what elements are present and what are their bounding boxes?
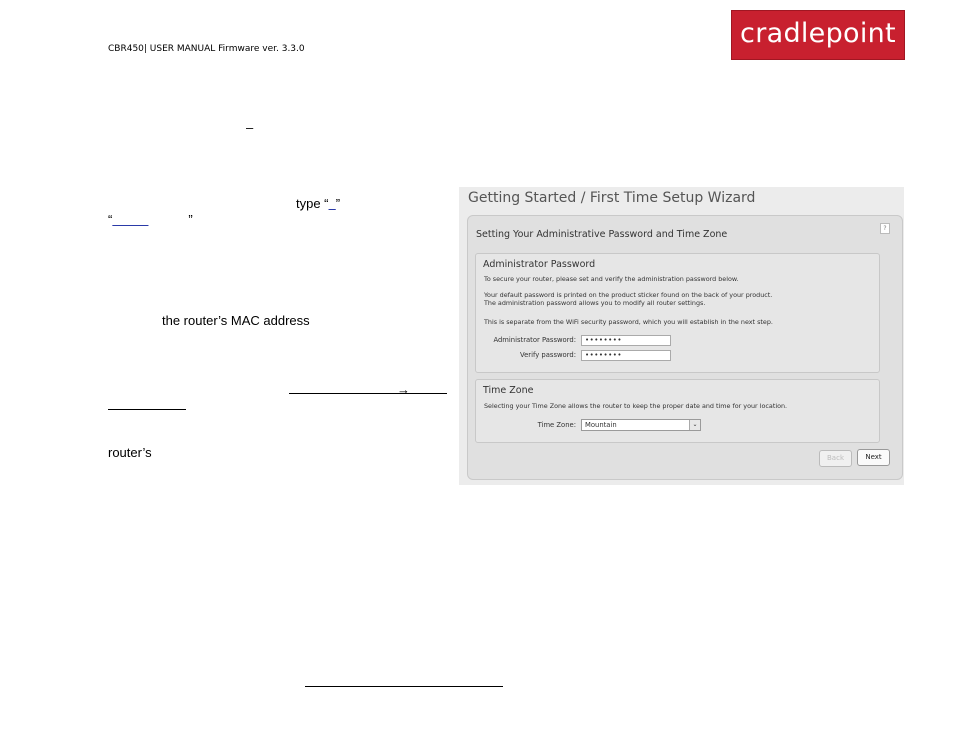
link-underline[interactable] — [289, 393, 447, 394]
verify-password-label: Verify password: — [519, 351, 576, 359]
link-underline-2[interactable] — [108, 409, 186, 410]
next-button[interactable]: Next — [857, 449, 890, 466]
time-zone-title: Time Zone — [483, 385, 534, 396]
quote-close: ” — [188, 212, 193, 227]
bottom-link-underline[interactable] — [305, 686, 503, 687]
type-link[interactable] — [329, 196, 336, 211]
admin-line-4: This is separate from the WiFi security … — [484, 318, 773, 326]
type-fragment: type “ ” — [296, 196, 340, 211]
wizard-panel: ? Setting Your Administrative Password a… — [467, 215, 903, 480]
panel-title: Setting Your Administrative Password and… — [476, 229, 728, 240]
type-suffix: ” — [335, 196, 341, 211]
chevron-down-icon[interactable]: ⌄ — [689, 420, 700, 430]
quote-link[interactable] — [112, 212, 188, 227]
manual-title: CBR450| USER MANUAL Firmware ver. 3.3.0 — [108, 44, 305, 54]
time-zone-label: Time Zone: — [537, 421, 576, 429]
time-zone-select[interactable]: Mountain ⌄ — [581, 419, 701, 431]
admin-line-1: To secure your router, please set and ve… — [484, 275, 739, 283]
back-button[interactable]: Back — [819, 450, 852, 467]
verify-password-input[interactable]: •••••••• — [581, 350, 671, 361]
admin-password-input[interactable]: •••••••• — [581, 335, 671, 346]
type-prefix: type “ — [296, 196, 329, 211]
wizard-title: Getting Started / First Time Setup Wizar… — [468, 190, 756, 206]
time-zone-description: Selecting your Time Zone allows the rout… — [484, 402, 788, 410]
mac-address-text: the router’s MAC address — [162, 313, 310, 328]
time-zone-section: Time Zone Selecting your Time Zone allow… — [475, 379, 880, 443]
admin-password-section: Administrator Password To secure your ro… — [475, 253, 880, 373]
admin-line-3: The administration password allows you t… — [484, 299, 706, 307]
admin-password-label: Administrator Password: — [493, 336, 576, 344]
help-icon[interactable]: ? — [880, 223, 890, 234]
dash-fragment: – — [246, 120, 254, 135]
admin-line-2: Your default password is printed on the … — [484, 291, 773, 299]
setup-wizard-screenshot: Getting Started / First Time Setup Wizar… — [459, 187, 904, 485]
cradlepoint-logo: cradlepoint — [731, 10, 905, 60]
routers-text: router’s — [108, 445, 152, 460]
quote-fragment: “ ” — [108, 212, 193, 227]
arrow-glyph: → — [397, 382, 410, 397]
time-zone-selected: Mountain — [585, 421, 617, 429]
admin-section-title: Administrator Password — [483, 259, 596, 270]
